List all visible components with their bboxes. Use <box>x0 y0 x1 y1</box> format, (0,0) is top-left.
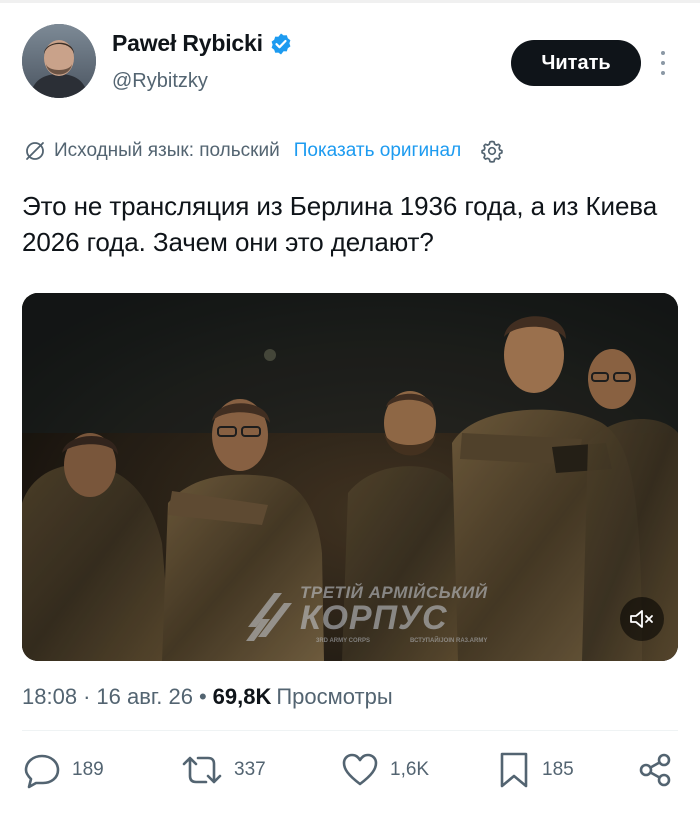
tweet-date[interactable]: 16 авг. 26 <box>96 684 193 710</box>
bookmark-count: 185 <box>542 759 574 780</box>
author-handle[interactable]: @Rybitzky <box>112 70 208 93</box>
video-player[interactable]: ТРЕТІЙ АРМІЙСЬКИЙ КОРПУС 3RD ARMY CORPS … <box>22 293 678 661</box>
meta-bullet: • <box>198 684 207 709</box>
watermark-subtitle-2: ВСТУПАЙ/JOIN RA3.ARMY <box>410 638 488 644</box>
corps-logo-icon <box>246 593 292 641</box>
reply-button[interactable]: 189 <box>22 750 104 790</box>
like-count: 1,6K <box>390 759 430 780</box>
repost-count: 337 <box>234 759 266 780</box>
top-divider <box>0 0 700 3</box>
follow-button[interactable]: Читать <box>511 40 641 86</box>
translation-bar: Исходный язык: польский Показать оригина… <box>22 138 505 164</box>
author-display-name[interactable]: Paweł Rybicki <box>112 30 263 57</box>
views-count[interactable]: 69,8K <box>213 684 272 710</box>
muted-speaker-icon <box>630 610 653 628</box>
repost-button[interactable]: 337 <box>180 750 266 790</box>
watermark-title-2: КОРПУС <box>300 599 448 637</box>
heart-icon <box>342 753 378 786</box>
verified-badge-icon <box>269 32 293 56</box>
divider <box>22 730 678 731</box>
views-label[interactable]: Просмотры <box>276 684 392 710</box>
bookmark-button[interactable]: 185 <box>496 750 574 790</box>
source-language-label: Исходный язык: польский <box>54 140 280 161</box>
repost-icon <box>182 756 222 784</box>
reply-count: 189 <box>72 759 104 780</box>
share-button[interactable] <box>636 750 676 790</box>
bookmark-icon <box>500 752 528 788</box>
tweet-text: Это не трансляция из Берлина 1936 года, … <box>22 191 658 257</box>
reply-icon <box>24 754 60 789</box>
tweet-time[interactable]: 18:08 <box>22 684 77 710</box>
share-icon <box>639 753 671 787</box>
mute-toggle-button[interactable] <box>620 597 664 641</box>
gear-icon[interactable] <box>479 138 505 164</box>
watermark-subtitle-1: 3RD ARMY CORPS <box>316 638 371 644</box>
like-button[interactable]: 1,6K <box>340 750 429 790</box>
video-watermark: ТРЕТІЙ АРМІЙСЬКИЙ КОРПУС 3RD ARMY CORPS … <box>244 581 488 653</box>
more-options-icon[interactable] <box>656 48 670 78</box>
translate-globe-icon <box>26 142 44 160</box>
show-original-link[interactable]: Показать оригинал <box>294 140 461 162</box>
avatar[interactable] <box>22 24 96 98</box>
tweet-meta: 18:08 · 16 авг. 26 • 69,8K Просмотры <box>22 684 393 710</box>
meta-separator: · <box>83 684 91 709</box>
